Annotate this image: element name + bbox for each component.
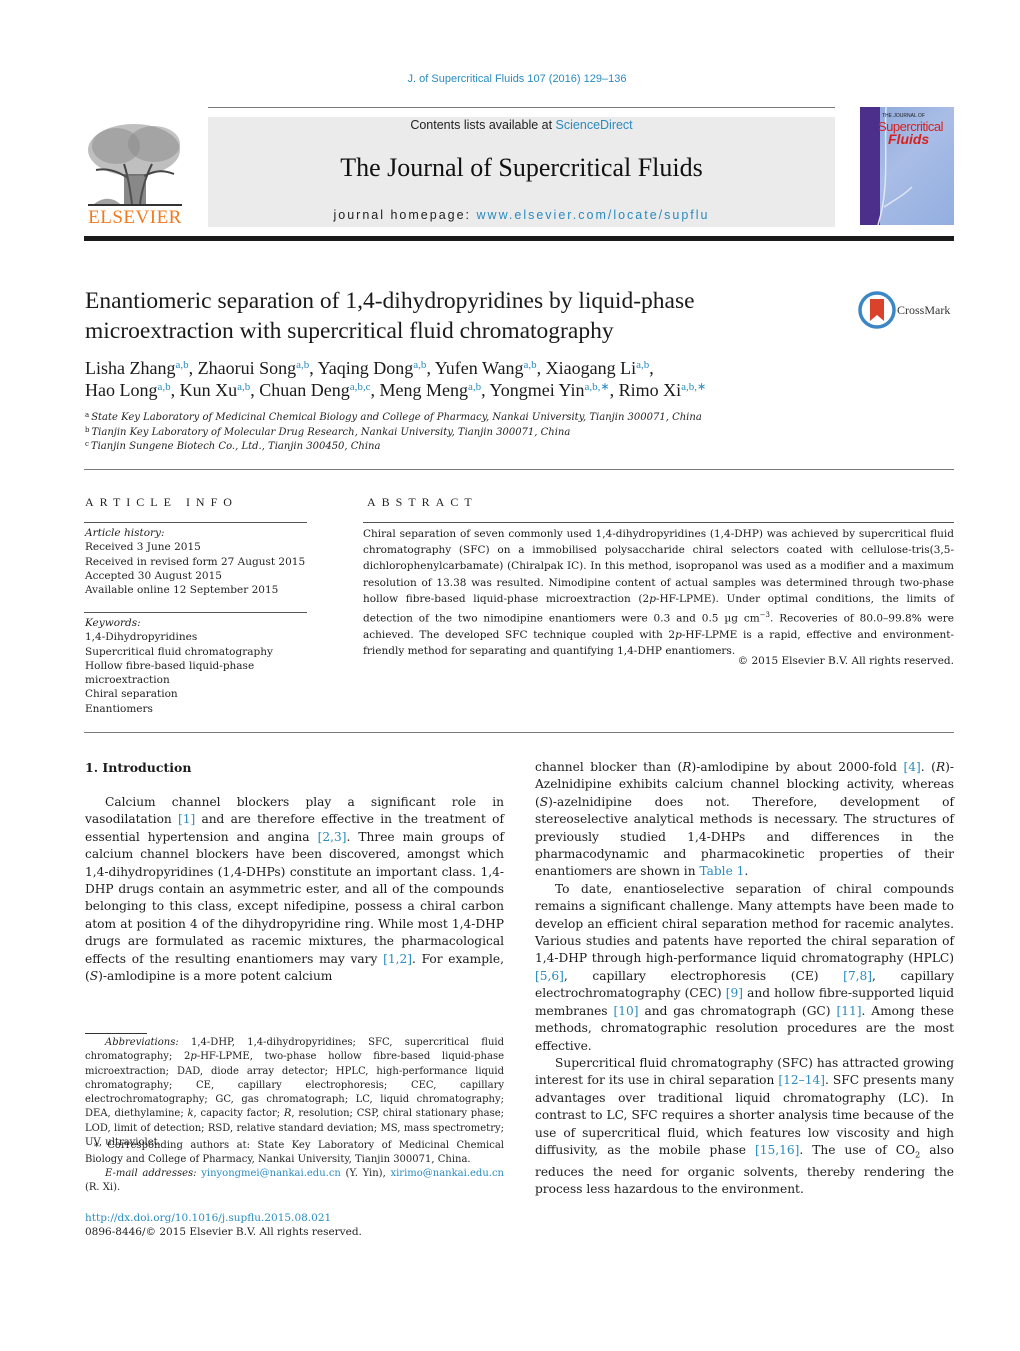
section-heading-introduction: 1. Introduction (85, 760, 192, 775)
keyword: Enantiomers (85, 702, 153, 715)
citation-link[interactable]: [11] (836, 1004, 861, 1018)
homepage-prefix: journal homepage: (333, 208, 477, 222)
affiliations: a State Key Laboratory of Medicinal Chemi… (85, 411, 785, 455)
contents-prefix: Contents lists available at (410, 118, 556, 132)
paragraph: channel blocker than (R)-amlodipine by a… (535, 760, 954, 879)
elsevier-wordmark: ELSEVIER (88, 207, 182, 228)
contents-available-line: Contents lists available at ScienceDirec… (208, 118, 835, 132)
affiliation: b Tianjin Key Laboratory of Molecular Dru… (85, 425, 571, 438)
divider (363, 522, 954, 523)
cover-title-line2: Fluids (888, 131, 930, 147)
author[interactable]: Zhaorui Songa,b, (198, 358, 318, 378)
footnote-corresponding-authors: ∗ Corresponding authors at: State Key La… (85, 1140, 504, 1166)
keywords: Keywords: 1,4-Dihydropyridines Supercrit… (85, 616, 310, 716)
citation-link[interactable]: [7,8] (843, 969, 872, 983)
citation-link[interactable]: [10] (613, 1004, 638, 1018)
affiliation: c Tianjin Sungene Biotech Co., Ltd., Tian… (85, 440, 381, 453)
article-info-heading: ARTICLE INFO (85, 495, 238, 509)
divider (84, 469, 954, 470)
keyword: 1,4-Dihydropyridines (85, 631, 198, 644)
sciencedirect-link[interactable]: ScienceDirect (556, 118, 633, 132)
history-item: Accepted 30 August 2015 (85, 569, 222, 582)
citation-link[interactable]: [2,3] (318, 830, 347, 844)
author[interactable]: Rimo Xia,b,∗ (619, 380, 707, 400)
journal-cover-thumbnail[interactable]: THE JOURNAL OF Supercritical Fluids (860, 107, 954, 225)
paragraph: To date, enantioselective separation of … (535, 881, 955, 1053)
author-list: Lisha Zhanga,b, Zhaorui Songa,b, Yaqing … (85, 357, 845, 401)
keywords-label: Keywords: (85, 617, 141, 629)
article-title: Enantiomeric separation of 1,4-dihydropy… (85, 288, 695, 344)
history-item: Received 3 June 2015 (85, 541, 201, 554)
crossmark-label[interactable]: CrossMark (897, 303, 950, 318)
citation-link[interactable]: [4] (904, 760, 921, 774)
history-item: Available online 12 September 2015 (85, 584, 279, 597)
citation-link[interactable]: [12–14] (778, 1073, 825, 1087)
journal-homepage-link[interactable]: www.elsevier.com/locate/supflu (477, 208, 710, 222)
abstract-copyright: © 2015 Elsevier B.V. All rights reserved… (737, 655, 954, 667)
author[interactable]: Meng Menga,b, (380, 380, 490, 400)
keyword: Hollow fibre-based liquid-phase microext… (85, 659, 255, 687)
citation-link[interactable]: [1,2] (383, 952, 412, 966)
author[interactable]: Yongmei Yina,b,∗, (490, 380, 619, 400)
body-column-right: channel blocker than (R)-amlodipine by a… (535, 759, 954, 1199)
masthead-bottom-bar (84, 236, 954, 241)
divider (84, 732, 954, 733)
author[interactable]: Lisha Zhanga,b, (85, 358, 198, 378)
keyword: Chiral separation (85, 688, 178, 701)
table-link[interactable]: Table 1 (699, 864, 744, 878)
paragraph: Calcium channel blockers play a signific… (85, 795, 504, 984)
divider (84, 522, 307, 523)
author[interactable]: Kun Xua,b, (180, 380, 260, 400)
divider (84, 612, 307, 613)
running-head-citation[interactable]: J. of Supercritical Fluids 107 (2016) 12… (0, 73, 1020, 85)
history-label: Article history: (85, 527, 165, 539)
article-history: Article history: Received 3 June 2015 Re… (85, 526, 310, 597)
author[interactable]: Chuan Denga,b,c, (259, 380, 379, 400)
paragraph: Supercritical fluid chromatography (SFC)… (535, 1055, 954, 1197)
footnote-emails: E-mail addresses: yinyongmei@nankai.edu.… (85, 1168, 504, 1194)
citation-link[interactable]: [1] (178, 812, 195, 826)
author[interactable]: Xiaogang Lia,b, (546, 358, 654, 378)
email-link[interactable]: yinyongmei@nankai.edu.cn (201, 1168, 341, 1179)
keyword: Supercritical fluid chromatography (85, 645, 273, 658)
masthead-top-rule (208, 107, 835, 108)
journal-title: The Journal of Supercritical Fluids (340, 153, 703, 182)
footnote-abbreviations: Abbreviations: 1,4-DHP, 1,4-dihydropyrid… (85, 1037, 504, 1149)
email-link[interactable]: xirimo@nankai.edu.cn (390, 1168, 504, 1179)
abstract-text: Chiral separation of seven commonly used… (363, 528, 955, 657)
author[interactable]: Yufen Wanga,b, (435, 358, 546, 378)
doi-link[interactable]: http://dx.doi.org/10.1016/j.supflu.2015.… (85, 1212, 331, 1224)
affiliation: a State Key Laboratory of Medicinal Chemi… (85, 411, 702, 424)
author[interactable]: Yaqing Donga,b, (318, 358, 435, 378)
history-item: Received in revised form 27 August 2015 (85, 555, 306, 568)
citation-link[interactable]: [9] (726, 986, 743, 1000)
issn-copyright: 0896-8446/© 2015 Elsevier B.V. All right… (85, 1226, 362, 1238)
journal-homepage-line: journal homepage: www.elsevier.com/locat… (208, 208, 835, 222)
citation-link[interactable]: [5,6] (535, 969, 564, 983)
footnote-rule (85, 1033, 147, 1034)
body-column-left: Calcium channel blockers play a signific… (85, 794, 504, 985)
author[interactable]: Hao Longa,b, (85, 380, 180, 400)
abstract-heading: ABSTRACT (367, 495, 478, 509)
citation-link[interactable]: [15,16] (755, 1143, 799, 1157)
